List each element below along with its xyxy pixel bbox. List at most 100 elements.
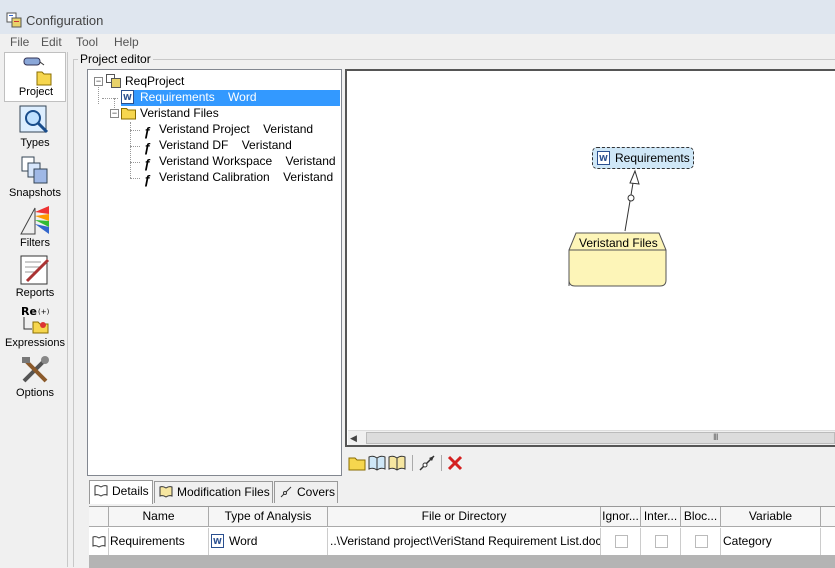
add-documents-icon[interactable] [387, 453, 407, 473]
sidebar-item-filters[interactable]: Filters [4, 202, 66, 252]
sidebar-item-options[interactable]: Options [4, 352, 66, 402]
row-icon-cell [89, 528, 109, 555]
column-header-inter[interactable]: Inter... [641, 507, 681, 527]
menu-file[interactable]: File [10, 35, 29, 49]
tree-connector [130, 162, 140, 163]
sidebar-item-expressions[interactable]: Re (+) Expressions [4, 302, 66, 352]
column-header-file[interactable]: File or Directory [328, 507, 601, 527]
svg-text:W: W [599, 154, 608, 163]
add-document-icon[interactable] [367, 453, 387, 473]
cell-variable[interactable]: Category [721, 528, 821, 555]
cell-type-label: Word [229, 534, 258, 548]
sidebar-item-project[interactable]: Project [4, 52, 66, 102]
folder-icon [121, 108, 136, 120]
tree-item-type: Veristand [283, 170, 334, 184]
menu-edit[interactable]: Edit [41, 35, 62, 49]
delete-icon[interactable] [445, 453, 465, 473]
svg-text:Re: Re [21, 305, 37, 318]
title-bar: Configuration [0, 0, 835, 34]
tree-item-label: Veristand Calibration [159, 170, 270, 184]
function-icon: ƒ [143, 156, 152, 171]
details-table[interactable]: Name Type of Analysis File or Directory … [89, 506, 835, 568]
column-header-block[interactable]: Bloc... [681, 507, 721, 527]
scrollbar-grip: III [713, 432, 718, 442]
tree-item-type: Veristand [241, 138, 292, 152]
tab-covers[interactable]: Covers [274, 481, 338, 503]
diagram-canvas[interactable]: W Requirements Veristand Files [345, 69, 835, 447]
tab-label: Details [112, 484, 149, 498]
scroll-left-arrow-icon[interactable]: ◀ [350, 433, 357, 444]
tree-item-veristand-workspace[interactable]: ƒ Veristand Workspace Veristand [140, 154, 338, 171]
tree-connector [130, 146, 140, 147]
sidebar-item-reports[interactable]: Reports [4, 252, 66, 302]
tree-item-veristand-files[interactable]: Veristand Files [121, 106, 221, 122]
tree-item-label: ReqProject [125, 74, 185, 88]
tree-item-veristand-calibration[interactable]: ƒ Veristand Calibration Veristand [140, 170, 335, 187]
word-document-icon: W [121, 90, 134, 104]
column-header-variable[interactable]: Variable [721, 507, 821, 527]
diagram-node-requirements[interactable]: W Requirements [592, 147, 694, 169]
books-icon [159, 486, 173, 498]
tree-connector [130, 130, 140, 131]
table-horizontal-scrollbar[interactable] [89, 555, 835, 568]
function-icon: ƒ [143, 124, 152, 139]
diagram-toolbar [345, 453, 475, 475]
sidebar-item-label: Project [18, 86, 54, 98]
collapse-toggle[interactable]: − [110, 109, 119, 118]
word-document-icon: W [597, 151, 610, 165]
sidebar-item-label: Expressions [5, 337, 65, 349]
sidebar-item-label: Reports [15, 287, 55, 299]
app-icon [6, 12, 22, 28]
diagram-node-label: Requirements [615, 151, 690, 165]
column-header-type[interactable]: Type of Analysis [209, 507, 328, 527]
block-checkbox[interactable] [695, 535, 708, 548]
project-editor-title: Project editor [78, 52, 153, 66]
column-header-ignore[interactable]: Ignor... [601, 507, 641, 527]
tree-item-label: Veristand Project [159, 122, 250, 136]
svg-text:(+): (+) [38, 308, 50, 316]
link-icon [280, 486, 292, 498]
link-icon[interactable] [417, 453, 437, 473]
sidebar-item-types[interactable]: Types [4, 102, 66, 152]
column-header-filler [821, 507, 835, 527]
diagram-horizontal-scrollbar[interactable]: ◀ III [348, 430, 835, 445]
word-document-icon: W [211, 534, 224, 548]
function-icon: ƒ [143, 140, 152, 155]
add-folder-icon[interactable] [347, 453, 367, 473]
options-icon [22, 356, 49, 383]
tab-modification-files[interactable]: Modification Files [154, 481, 273, 503]
svg-text:W: W [123, 93, 132, 102]
tree-item-veristand-df[interactable]: ƒ Veristand DF Veristand [140, 138, 294, 155]
function-icon: ƒ [143, 172, 152, 187]
tab-label: Modification Files [177, 485, 270, 499]
sidebar-item-label: Options [16, 387, 54, 399]
tree-connector [130, 178, 140, 179]
sidebar-item-label: Filters [20, 237, 50, 249]
ignore-checkbox[interactable] [615, 535, 628, 548]
scrollbar-thumb[interactable]: III [366, 432, 835, 444]
book-icon [92, 536, 106, 548]
tree-item-label: Requirements [140, 90, 215, 104]
types-icon [19, 105, 49, 134]
diagram-node-veristand-files[interactable]: Veristand Files [568, 232, 670, 287]
tree-item-type: Veristand [263, 122, 314, 136]
cell-inter [641, 528, 681, 555]
book-icon [94, 485, 108, 497]
project-tree[interactable]: − − ReqProject W Requirements Word Veris… [87, 69, 342, 476]
tab-details[interactable]: Details [89, 480, 153, 504]
tree-item-veristand-project[interactable]: ƒ Veristand Project Veristand [140, 122, 315, 139]
menu-help[interactable]: Help [114, 35, 139, 49]
column-header-name[interactable]: Name [109, 507, 209, 527]
inter-checkbox[interactable] [655, 535, 668, 548]
sidebar-item-snapshots[interactable]: Snapshots [4, 152, 66, 202]
tree-item-requirements[interactable]: W Requirements Word [121, 90, 340, 106]
cell-file[interactable]: ..\Veristand project\VeriStand Requireme… [328, 528, 601, 555]
toolbar-separator [412, 455, 413, 471]
cell-type[interactable]: W Word [209, 528, 328, 555]
tree-item-root[interactable]: ReqProject [106, 74, 186, 90]
snapshots-icon [21, 156, 48, 184]
menu-tool[interactable]: Tool [76, 35, 98, 49]
cell-block [681, 528, 721, 555]
collapse-toggle[interactable]: − [94, 77, 103, 86]
cell-name[interactable]: Requirements [109, 528, 209, 555]
